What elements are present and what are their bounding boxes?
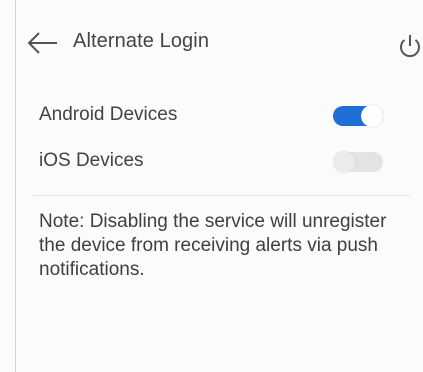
setting-row-ios: iOS Devices bbox=[39, 145, 399, 179]
toggle-knob bbox=[361, 105, 383, 127]
page-title: Alternate Login bbox=[73, 30, 210, 52]
ios-devices-label: iOS Devices bbox=[39, 150, 144, 171]
android-devices-toggle[interactable] bbox=[333, 105, 383, 127]
android-devices-label: Android Devices bbox=[39, 104, 178, 125]
note-text: Note: Disabling the service will unregis… bbox=[39, 211, 387, 280]
toggle-knob bbox=[333, 151, 355, 173]
arrow-left-icon[interactable] bbox=[27, 31, 59, 55]
ios-devices-toggle[interactable] bbox=[333, 151, 383, 173]
setting-row-android: Android Devices bbox=[39, 99, 399, 133]
header: Alternate Login bbox=[15, 22, 423, 62]
divider bbox=[33, 195, 410, 196]
power-icon[interactable] bbox=[396, 32, 423, 60]
